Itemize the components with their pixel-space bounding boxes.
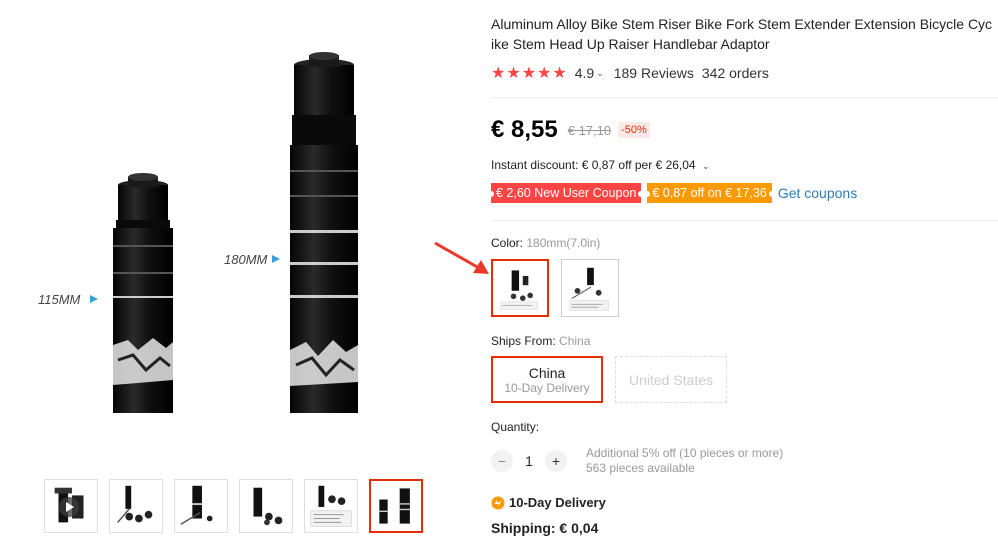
ships-from-label-text: Ships From: [491, 334, 556, 348]
product-gallery: 115MM 180MM [0, 0, 470, 540]
delivery-info: 10-Day Delivery [491, 495, 606, 510]
thumbnail-video[interactable] [44, 479, 98, 533]
ship-option-united-states[interactable]: United States [615, 356, 727, 403]
rating-value[interactable]: 4.9 [575, 65, 594, 81]
thumbnail-2[interactable] [109, 479, 163, 533]
thumbnail-3[interactable] [174, 479, 228, 533]
color-label: Color: 180mm(7.0in) [491, 236, 600, 250]
new-user-coupon[interactable]: € 2,60 New User Coupon [491, 183, 645, 203]
play-icon [59, 497, 79, 517]
chevron-down-icon[interactable]: ⌄ [596, 68, 604, 79]
color-swatches [491, 259, 619, 317]
thumbnail-6[interactable] [369, 479, 423, 533]
shipping-cost: Shipping: € 0,04 [491, 520, 599, 536]
label-180mm: 180MM [224, 252, 268, 267]
color-label-text: Color: [491, 236, 524, 250]
quantity-value[interactable]: 1 [513, 453, 545, 469]
product-title: Aluminum Alloy Bike Stem Riser Bike Fork… [491, 16, 993, 52]
thumbnail-5[interactable] [304, 479, 358, 533]
label-115mm: 115MM [38, 292, 81, 307]
ships-from-options: China 10-Day Delivery United States [491, 356, 727, 403]
selected-color: 180mm(7.0in) [526, 236, 601, 250]
original-price: € 17,10 [567, 122, 612, 138]
product-info-panel: Aluminum Alloy Bike Stem Riser Bike Fork… [491, 0, 998, 540]
discount-badge: -50% [618, 122, 650, 138]
ship-option-name: United States [628, 371, 714, 388]
red-arrow-icon [434, 241, 489, 274]
ship-option-delivery: 10-Day Delivery [504, 380, 590, 395]
instant-discount-text: Instant discount: € 0,87 off per € 26,04 [491, 158, 696, 172]
orders-count: 342 orders [701, 65, 769, 81]
get-coupons-link[interactable]: Get coupons [778, 185, 857, 201]
price-row: € 8,55 € 17,10 -50% [491, 116, 650, 144]
reviews-link[interactable]: 189 Reviews [614, 65, 694, 81]
color-option-180mm[interactable] [491, 259, 549, 317]
main-product-image[interactable]: 115MM 180MM [28, 40, 438, 435]
short-stem-image [113, 173, 173, 413]
tall-stem-image [290, 52, 358, 413]
divider [491, 97, 998, 98]
pieces-available: 563 pieces available [586, 461, 695, 475]
store-coupon[interactable]: € 0,87 off on € 17,36 [644, 183, 776, 203]
instant-discount[interactable]: Instant discount: € 0,87 off per € 26,04… [491, 158, 719, 172]
ship-option-name: China [528, 364, 566, 381]
ships-from-label: Ships From: China [491, 334, 590, 348]
quantity-label: Quantity: [491, 420, 540, 434]
color-option-115mm[interactable] [561, 259, 619, 317]
delivery-badge-icon [491, 496, 505, 509]
ships-from-selected: China [559, 334, 591, 348]
quantity-minus-button[interactable]: − [491, 450, 513, 472]
quantity-stepper: − 1 + Additional 5% off (10 pieces or mo… [491, 446, 783, 476]
thumbnail-4[interactable] [239, 479, 293, 533]
quantity-plus-button[interactable]: + [545, 450, 567, 472]
coupon-row: € 2,60 New User Coupon € 0,87 off on € 1… [491, 183, 857, 203]
bulk-discount-note: Additional 5% off (10 pieces or more) [586, 446, 784, 460]
ship-option-china[interactable]: China 10-Day Delivery [491, 356, 603, 403]
current-price: € 8,55 [491, 116, 558, 143]
thumbnail-strip [44, 479, 423, 533]
rating-row: ★★★★★ 4.9 ⌄ 189 Reviews 342 orders [491, 63, 769, 83]
rating-stars-icon: ★★★★★ [491, 65, 568, 82]
quantity-info: Additional 5% off (10 pieces or more) 56… [586, 446, 783, 476]
chevron-down-icon: ⌄ [701, 161, 710, 171]
delivery-text: 10-Day Delivery [509, 495, 606, 510]
divider [491, 220, 998, 221]
